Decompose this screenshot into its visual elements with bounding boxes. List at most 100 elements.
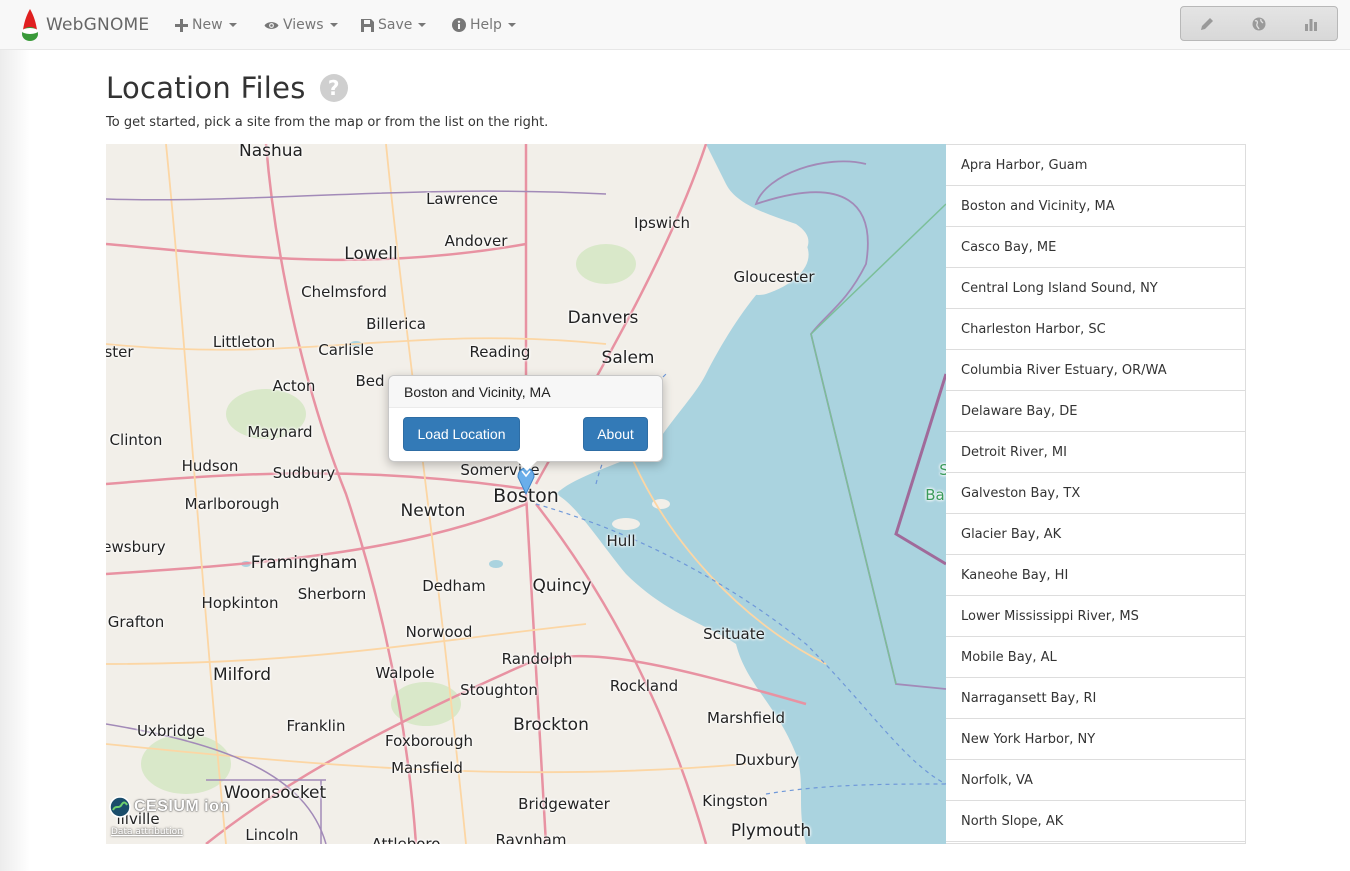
data-attribution-link[interactable]: Data attribution (111, 827, 183, 837)
popup-title: Boston and Vicinity, MA (389, 376, 662, 408)
cesium-credit[interactable]: CESIUM ion (109, 794, 230, 820)
map-label: Lawrence (426, 190, 498, 208)
map-label: Uxbridge (137, 722, 205, 740)
map-label: Reading (469, 343, 531, 361)
edit-view-button[interactable] (1181, 7, 1233, 40)
map-label: Quincy (532, 576, 592, 596)
location-item[interactable]: Galveston Bay, TX (946, 473, 1245, 514)
location-item[interactable]: Columbia River Estuary, OR/WA (946, 350, 1245, 391)
map-label: Milford (213, 665, 271, 685)
map-label: Raynham (495, 831, 567, 844)
location-item[interactable]: Mobile Bay, AL (946, 637, 1245, 678)
map-label: Carlisle (318, 341, 374, 359)
globe-icon (1252, 17, 1266, 30)
view-toolbar (1180, 6, 1338, 41)
bar-chart-icon (1305, 18, 1317, 31)
location-list: Apra Harbor, Guam Boston and Vicinity, M… (946, 144, 1246, 844)
caret-down-icon (507, 23, 516, 27)
map-label: Marshfield (707, 709, 785, 727)
map-label: Salem (601, 348, 655, 368)
caret-down-icon (418, 23, 427, 27)
location-item[interactable]: Delaware Bay, DE (946, 391, 1245, 432)
map-label: Woonsocket (223, 783, 327, 803)
caret-down-icon (228, 23, 237, 27)
map-label: Mansfield (391, 759, 463, 777)
map-label: Billerica (366, 315, 426, 333)
menu-save-label: Save (378, 17, 413, 33)
load-location-button[interactable]: Load Location (403, 417, 520, 451)
menu-save[interactable]: Save (361, 0, 427, 50)
about-button[interactable]: About (583, 417, 648, 451)
map-label: Franklin (286, 717, 346, 735)
menu-help-label: Help (470, 17, 502, 33)
location-item[interactable]: Apra Harbor, Guam (946, 145, 1245, 186)
map-label: Dedham (422, 577, 486, 595)
menu-help[interactable]: Help (452, 0, 516, 50)
map-label: Danvers (567, 308, 639, 328)
menu-new[interactable]: New (175, 0, 237, 50)
pencil-icon (1201, 17, 1213, 30)
map-label: Maynard (247, 423, 313, 441)
map-label: ewsbury (106, 538, 166, 556)
location-item[interactable]: New York Harbor, NY (946, 719, 1245, 760)
map-label: Attleboro (371, 835, 441, 844)
map-label: Randolph (501, 650, 573, 668)
location-item[interactable]: North Slope, AK (946, 801, 1245, 842)
map-label: Bridgewater (518, 795, 610, 813)
map-label: Clinton (109, 431, 163, 449)
brand[interactable]: WebGNOME (20, 8, 149, 42)
menu-new-label: New (192, 17, 223, 33)
location-item[interactable]: Detroit River, MI (946, 432, 1245, 473)
cesium-logo-text: CESIUM ion (134, 798, 230, 815)
location-item[interactable]: Lower Mississippi River, MS (946, 596, 1245, 637)
eye-icon (264, 20, 279, 31)
map-label: Marlborough (184, 495, 280, 513)
map-label: Sherborn (297, 585, 367, 603)
map-label: Grafton (107, 613, 165, 631)
map-label: Gloucester (733, 268, 815, 286)
menu-views-label: Views (283, 17, 324, 33)
menu-views[interactable]: Views (264, 0, 338, 50)
map-label: Walpole (375, 664, 435, 682)
map-label: Scituate (703, 625, 765, 643)
location-item[interactable]: Casco Bay, ME (946, 227, 1245, 268)
map-label: Hull (606, 532, 636, 550)
location-item[interactable]: Norfolk, VA (946, 760, 1245, 801)
location-item[interactable]: Kaneohe Bay, HI (946, 555, 1245, 596)
question-circle-icon[interactable]: ? (319, 74, 348, 102)
chart-view-button[interactable] (1285, 7, 1337, 40)
map-label: Stoughton (460, 681, 538, 699)
info-circle-icon (452, 18, 466, 32)
left-edge-shade (0, 50, 30, 871)
map-label: Duxbury (734, 751, 800, 769)
location-item[interactable]: Charleston Harbor, SC (946, 309, 1245, 350)
page-title: Location Files (106, 71, 306, 105)
map-label: Littleton (212, 333, 276, 351)
location-pin-icon[interactable] (516, 467, 536, 495)
intro-text: To get started, pick a site from the map… (106, 115, 549, 130)
location-item[interactable]: Central Long Island Sound, NY (946, 268, 1245, 309)
map-label: Bed (355, 372, 385, 390)
map-label: Hudson (181, 457, 239, 475)
map-label: Ipswich (634, 214, 690, 232)
map-label: Newton (400, 501, 466, 521)
map-label: ster (106, 343, 134, 361)
location-item[interactable]: Glacier Bay, AK (946, 514, 1245, 555)
map-label: Nashua (239, 144, 303, 161)
map-label: Acton (272, 377, 316, 395)
location-item[interactable]: Narragansett Bay, RI (946, 678, 1245, 719)
brand-name: WebGNOME (46, 15, 150, 35)
cesium-logo-icon (109, 796, 131, 818)
map-label: Framingham (250, 553, 358, 573)
map-view-button[interactable] (1233, 7, 1285, 40)
caret-down-icon (329, 23, 338, 27)
map-label: Chelmsford (301, 283, 387, 301)
map-label: Hopkinton (201, 594, 279, 612)
map-label: Andover (444, 232, 508, 250)
save-icon (361, 18, 374, 32)
map-label: Plymouth (730, 821, 812, 841)
location-map[interactable]: Nashua Lawrence Ipswich Andover Lowell G… (106, 144, 946, 844)
title-row: Location Files ? (106, 68, 348, 108)
map-label: Brockton (513, 715, 589, 735)
location-item[interactable]: Boston and Vicinity, MA (946, 186, 1245, 227)
